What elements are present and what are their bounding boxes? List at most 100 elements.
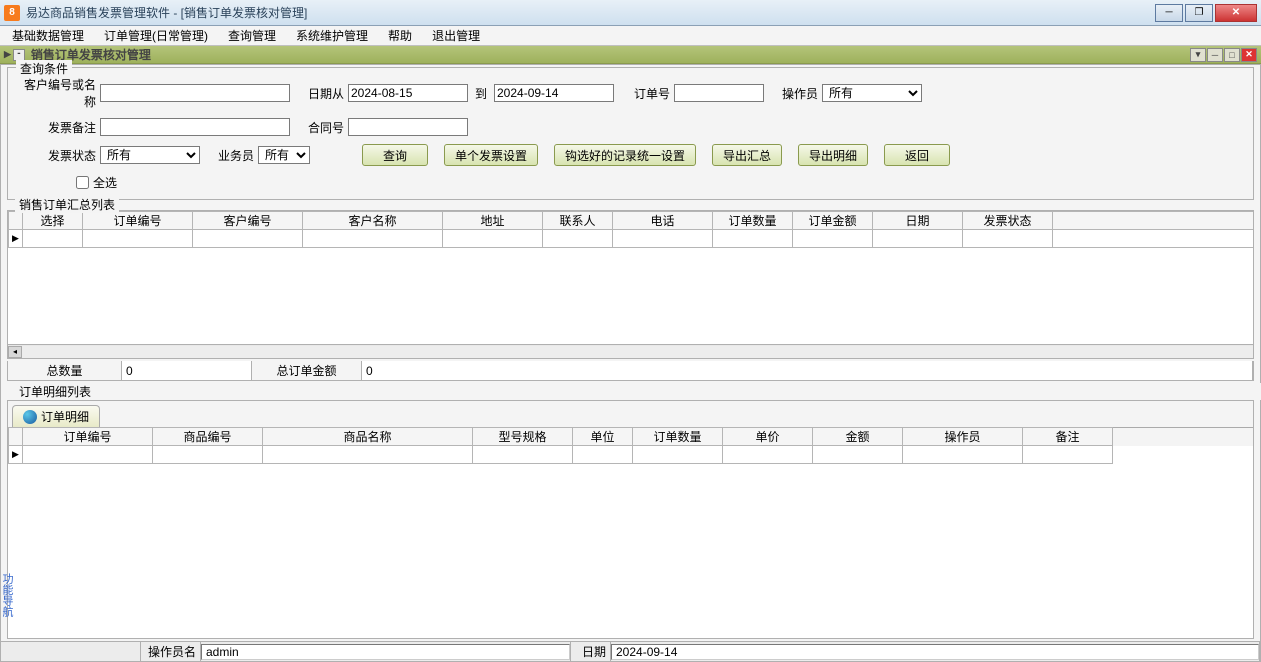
total-amount-label: 总订单金额 (252, 361, 362, 380)
menu-help[interactable]: 帮助 (384, 25, 416, 46)
row-marker-icon: ▶ (9, 230, 23, 248)
detail-grid: 订单编号 商品编号 商品名称 型号规格 单位 订单数量 单价 金额 操作员 备注… (8, 427, 1253, 464)
summary-grid-scrollbar[interactable]: ◂ (8, 344, 1253, 358)
return-button[interactable]: 返回 (884, 144, 950, 166)
summary-grid-section: 销售订单汇总列表 选择 订单编号 客户编号 客户名称 地址 (7, 204, 1254, 359)
select-all-checkbox[interactable] (76, 176, 89, 189)
subwindow-collapse-button[interactable]: - (13, 49, 25, 61)
titlebar: 8 易达商品销售发票管理软件 - [销售订单发票核对管理] ─ ❐ ✕ (0, 0, 1261, 26)
dcol-unit-price[interactable]: 单价 (723, 428, 813, 446)
summary-grid-title: 销售订单汇总列表 (15, 196, 119, 213)
detail-section: 订单明细列表 订单明细 订单编号 商品编号 (7, 383, 1254, 639)
col-order-no[interactable]: 订单编号 (83, 212, 193, 230)
col-order-amount[interactable]: 订单金额 (793, 212, 873, 230)
table-row[interactable]: ▶ (9, 230, 1254, 248)
dcol-order-no[interactable]: 订单编号 (23, 428, 153, 446)
col-invoice-status[interactable]: 发票状态 (963, 212, 1053, 230)
menu-exit[interactable]: 退出管理 (428, 25, 484, 46)
row-marker-icon: ▶ (9, 446, 23, 464)
row-marker-header (9, 212, 23, 230)
table-row[interactable]: ▶ (9, 446, 1254, 464)
summary-grid-body (8, 248, 1253, 344)
export-detail-button[interactable]: 导出明细 (798, 144, 868, 166)
customer-input[interactable] (100, 84, 290, 102)
status-date-value: 2024-09-14 (611, 644, 1259, 660)
col-customer-no[interactable]: 客户编号 (193, 212, 303, 230)
invoice-status-select[interactable]: 所有 (100, 146, 200, 164)
status-date-label: 日期 (571, 642, 611, 661)
tab-order-detail[interactable]: 订单明细 (12, 405, 100, 427)
export-summary-button[interactable]: 导出汇总 (712, 144, 782, 166)
label-invoice-status: 发票状态 (16, 147, 96, 164)
totals-row: 总数量 0 总订单金额 0 (7, 361, 1254, 381)
salesperson-select[interactable]: 所有 (258, 146, 310, 164)
dcol-product-name[interactable]: 商品名称 (263, 428, 473, 446)
app-icon: 8 (4, 5, 20, 21)
dcol-operator[interactable]: 操作员 (903, 428, 1023, 446)
col-order-qty[interactable]: 订单数量 (713, 212, 793, 230)
dcol-unit[interactable]: 单位 (573, 428, 633, 446)
total-qty-label: 总数量 (8, 361, 122, 380)
batch-setting-button[interactable]: 钩选好的记录统一设置 (554, 144, 696, 166)
label-operator: 操作员 (772, 85, 818, 102)
col-phone[interactable]: 电话 (613, 212, 713, 230)
dcol-amount[interactable]: 金额 (813, 428, 903, 446)
col-contact[interactable]: 联系人 (543, 212, 613, 230)
query-group: 查询条件 客户编号或名称 日期从 到 订单号 操作员 所有 发票备注 (7, 67, 1254, 200)
date-from-input[interactable] (348, 84, 468, 102)
subwindow-titlebar: ▶ - 销售订单发票核对管理 ▾ ─ □ ✕ (0, 46, 1261, 64)
contract-no-input[interactable] (348, 118, 468, 136)
col-select[interactable]: 选择 (23, 212, 83, 230)
menu-order-mgmt[interactable]: 订单管理(日常管理) (100, 25, 212, 46)
detail-row-marker-header (9, 428, 23, 446)
close-button[interactable]: ✕ (1215, 4, 1257, 22)
search-button[interactable]: 查询 (362, 144, 428, 166)
window-title: 易达商品销售发票管理软件 - [销售订单发票核对管理] (26, 4, 1155, 21)
subwindow-maximize-button[interactable]: □ (1224, 48, 1240, 62)
dcol-order-qty[interactable]: 订单数量 (633, 428, 723, 446)
col-blank (1053, 212, 1254, 230)
subwindow-close-button[interactable]: ✕ (1241, 48, 1257, 62)
label-date-to: 到 (472, 85, 490, 102)
dcol-product-no[interactable]: 商品编号 (153, 428, 263, 446)
total-qty-value: 0 (122, 361, 252, 380)
content-area: 功能导航 查询条件 客户编号或名称 日期从 到 订单号 操作员 所有 (0, 64, 1261, 662)
single-invoice-button[interactable]: 单个发票设置 (444, 144, 538, 166)
subwindow-dropdown-button[interactable]: ▾ (1190, 48, 1206, 62)
subwindow-arrow-icon[interactable]: ▶ (4, 49, 11, 60)
order-no-input[interactable] (674, 84, 764, 102)
detail-section-title: 订单明细列表 (15, 383, 1261, 400)
col-customer-name[interactable]: 客户名称 (303, 212, 443, 230)
scroll-track[interactable] (22, 346, 1253, 358)
date-to-input[interactable] (494, 84, 614, 102)
dcol-spec[interactable]: 型号规格 (473, 428, 573, 446)
minimize-button[interactable]: ─ (1155, 4, 1183, 22)
total-amount-value: 0 (362, 361, 1253, 380)
label-select-all: 全选 (93, 174, 117, 191)
query-group-title: 查询条件 (16, 60, 72, 77)
status-operator-label: 操作员名 (141, 642, 201, 661)
menu-system-maint[interactable]: 系统维护管理 (292, 25, 372, 46)
invoice-remark-input[interactable] (100, 118, 290, 136)
detail-grid-body (8, 464, 1253, 638)
globe-icon (23, 410, 37, 424)
menubar: 基础数据管理 订单管理(日常管理) 查询管理 系统维护管理 帮助 退出管理 (0, 26, 1261, 46)
window-controls: ─ ❐ ✕ (1155, 4, 1257, 22)
subwindow-minimize-button[interactable]: ─ (1207, 48, 1223, 62)
dcol-remark[interactable]: 备注 (1023, 428, 1113, 446)
statusbar: 操作员名 admin 日期 2024-09-14 (1, 641, 1260, 661)
label-date-from: 日期从 (298, 85, 344, 102)
scroll-left-icon[interactable]: ◂ (8, 346, 22, 358)
col-date[interactable]: 日期 (873, 212, 963, 230)
label-customer: 客户编号或名称 (16, 76, 96, 110)
menu-basic-data[interactable]: 基础数据管理 (8, 25, 88, 46)
maximize-button[interactable]: ❐ (1185, 4, 1213, 22)
label-order-no: 订单号 (624, 85, 670, 102)
label-contract-no: 合同号 (298, 119, 344, 136)
operator-select[interactable]: 所有 (822, 84, 922, 102)
col-address[interactable]: 地址 (443, 212, 543, 230)
menu-query-mgmt[interactable]: 查询管理 (224, 25, 280, 46)
summary-grid: 选择 订单编号 客户编号 客户名称 地址 联系人 电话 订单数量 订单金额 日期… (8, 211, 1253, 248)
side-nav-tab[interactable]: 功能导航 (0, 569, 16, 621)
status-operator-value: admin (201, 644, 570, 660)
